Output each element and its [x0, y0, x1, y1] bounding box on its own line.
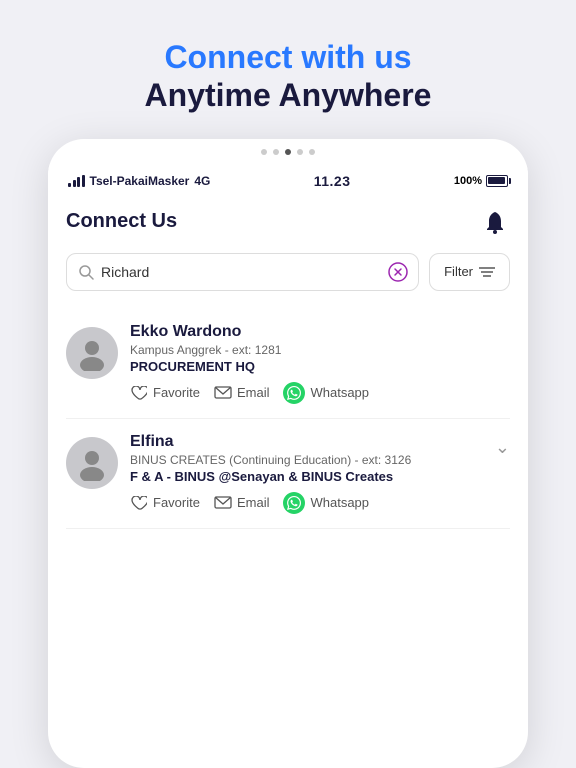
- email-label-ekko: Email: [237, 385, 270, 400]
- status-bar: Tsel-PakaiMasker 4G 11.23 100%: [48, 163, 528, 195]
- filter-label: Filter: [444, 264, 473, 279]
- favorite-button-elfina[interactable]: Favorite: [130, 494, 200, 512]
- whatsapp-icon-elfina: [283, 492, 305, 514]
- favorite-button-ekko[interactable]: Favorite: [130, 384, 200, 402]
- whatsapp-icon-ekko: [283, 382, 305, 404]
- search-filter-row: Richard Filter: [66, 253, 510, 291]
- search-box[interactable]: Richard: [66, 253, 419, 291]
- avatar-ekko: [66, 327, 118, 379]
- whatsapp-button-elfina[interactable]: Whatsapp: [283, 492, 369, 514]
- favorite-label-elfina: Favorite: [153, 495, 200, 510]
- dot-1: [261, 149, 267, 155]
- search-value: Richard: [101, 264, 382, 280]
- contact-name-ekko: Ekko Wardono: [130, 323, 510, 341]
- phone-frame: Tsel-PakaiMasker 4G 11.23 100% Connect U…: [48, 139, 528, 768]
- battery-fill: [488, 177, 505, 184]
- status-time: 11.23: [314, 173, 351, 189]
- contact-actions-elfina: Favorite Email: [130, 492, 483, 514]
- contact-dept-elfina: F & A - BINUS @Senayan & BINUS Creates: [130, 469, 483, 484]
- email-label-elfina: Email: [237, 495, 270, 510]
- contact-info-ekko: Ekko Wardono Kampus Anggrek - ext: 1281 …: [130, 323, 510, 404]
- email-icon-elfina: [214, 494, 232, 512]
- whatsapp-label-ekko: Whatsapp: [310, 385, 369, 400]
- app-header: Connect Us: [66, 207, 510, 237]
- whatsapp-button-ekko[interactable]: Whatsapp: [283, 382, 369, 404]
- favorite-label-ekko: Favorite: [153, 385, 200, 400]
- header-title-connect: Connect with us: [145, 38, 432, 76]
- network-label: 4G: [194, 174, 210, 188]
- status-left: Tsel-PakaiMasker 4G: [68, 174, 210, 188]
- status-right: 100%: [454, 175, 508, 187]
- contact-card-ekko: Ekko Wardono Kampus Anggrek - ext: 1281 …: [66, 309, 510, 419]
- carrier-label: Tsel-PakaiMasker: [90, 174, 190, 188]
- contact-dept-ekko: PROCUREMENT HQ: [130, 359, 510, 374]
- pagination-dots: [48, 139, 528, 163]
- clear-search-button[interactable]: [388, 262, 408, 282]
- dot-4: [297, 149, 303, 155]
- heart-icon: [130, 384, 148, 402]
- app-content: Connect Us Richard: [48, 195, 528, 768]
- dot-3: [285, 149, 291, 155]
- email-icon: [214, 384, 232, 402]
- dot-2: [273, 149, 279, 155]
- signal-icon: [68, 175, 85, 187]
- contact-location-ekko: Kampus Anggrek - ext: 1281: [130, 343, 510, 357]
- search-icon: [77, 263, 95, 281]
- contact-info-elfina: Elfina BINUS CREATES (Continuing Educati…: [130, 433, 483, 514]
- heart-icon-elfina: [130, 494, 148, 512]
- dot-5: [309, 149, 315, 155]
- battery-icon: [486, 175, 508, 187]
- contact-card-elfina: Elfina BINUS CREATES (Continuing Educati…: [66, 419, 510, 529]
- card-right-elfina[interactable]: ⌄: [495, 433, 510, 458]
- avatar-elfina: [66, 437, 118, 489]
- battery-percent: 100%: [454, 175, 482, 187]
- chevron-down-icon-elfina: ⌄: [495, 437, 510, 458]
- filter-button[interactable]: Filter: [429, 253, 510, 291]
- header-section: Connect with us Anytime Anywhere: [125, 0, 452, 139]
- app-title: Connect Us: [66, 210, 177, 233]
- header-title-anywhere: Anytime Anywhere: [145, 76, 432, 114]
- email-button-elfina[interactable]: Email: [214, 494, 270, 512]
- whatsapp-label-elfina: Whatsapp: [310, 495, 369, 510]
- contact-location-elfina: BINUS CREATES (Continuing Education) - e…: [130, 453, 483, 467]
- bell-icon[interactable]: [480, 207, 510, 237]
- email-button-ekko[interactable]: Email: [214, 384, 270, 402]
- contact-name-elfina: Elfina: [130, 433, 483, 451]
- contact-actions-ekko: Favorite Email: [130, 382, 510, 404]
